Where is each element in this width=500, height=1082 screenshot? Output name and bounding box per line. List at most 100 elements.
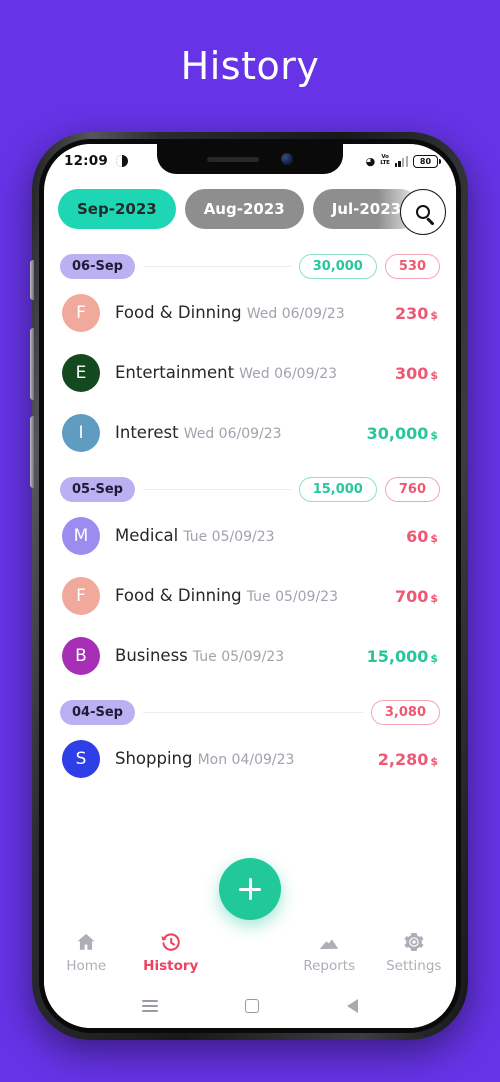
search-icon <box>416 205 430 219</box>
battery-level-label: 80 <box>419 156 432 166</box>
group-income-total: 15,000 <box>298 477 377 502</box>
status-time: 12:09 <box>64 153 108 169</box>
status-bar-right: ◕ Vo LTE 80 <box>366 154 441 168</box>
transaction-date: Tue 05/09/23 <box>183 528 275 545</box>
nav-label-home: Home <box>66 957 107 974</box>
avatar: F <box>62 577 100 615</box>
phone-frame: 12:09 ◕ Vo LTE 80 Sep-2023 Aug-2023 Jul-2… <box>30 132 468 1040</box>
group-expense-total: 3,080 <box>370 700 440 725</box>
transaction-title: Shopping <box>115 748 193 768</box>
currency-symbol: $ <box>430 651 438 665</box>
transaction-amount: 30,000 $ <box>367 424 438 443</box>
currency-symbol: $ <box>430 754 438 768</box>
transaction-title: Interest <box>115 422 179 442</box>
phone-notch <box>157 144 343 174</box>
amount-value: 2,280 <box>377 749 429 769</box>
transaction-amount: 60 $ <box>406 527 438 546</box>
amount-value: 30,000 <box>366 423 429 443</box>
transaction-meta: Food & Dinning Wed 06/09/23 <box>115 303 380 324</box>
do-not-disturb-icon <box>115 155 128 167</box>
transaction-date: Wed 06/09/23 <box>239 365 338 382</box>
plus-icon <box>239 878 261 900</box>
currency-symbol: $ <box>430 531 438 545</box>
nav-item-history[interactable]: History <box>129 931 214 974</box>
divider <box>142 266 291 267</box>
avatar: I <box>62 414 100 452</box>
battery-icon: 80 <box>413 154 441 168</box>
volte-icon: Vo LTE <box>380 154 390 166</box>
amount-value: 15,000 <box>366 646 429 666</box>
divider <box>142 712 363 713</box>
phone-screen: 12:09 ◕ Vo LTE 80 Sep-2023 Aug-2023 Jul-2… <box>44 144 456 1028</box>
transaction-amount: 700 $ <box>395 587 438 606</box>
square-home-icon[interactable] <box>245 999 260 1013</box>
avatar: S <box>62 740 100 778</box>
nav-item-settings[interactable]: Settings <box>372 931 457 974</box>
month-chip-sep-2023[interactable]: Sep-2023 <box>58 189 176 229</box>
avatar: F <box>62 294 100 332</box>
transaction-meta: Interest Wed 06/09/23 <box>115 423 352 444</box>
transaction-title: Food & Dinning <box>115 302 242 322</box>
phone-side-button-volume-down[interactable] <box>30 416 34 488</box>
phone-side-button-mute[interactable] <box>30 260 34 300</box>
gear-icon <box>404 932 424 951</box>
amount-value: 700 <box>394 586 429 606</box>
chart-mountain-icon <box>320 938 339 949</box>
nav-item-home[interactable]: Home <box>44 931 129 974</box>
group-date-badge: 05-Sep <box>60 477 135 502</box>
avatar: B <box>62 637 100 675</box>
transaction-date: Wed 06/09/23 <box>246 305 345 322</box>
android-navigation-bar <box>44 984 456 1028</box>
menu-icon[interactable] <box>141 1000 158 1012</box>
month-chip-aug-2023[interactable]: Aug-2023 <box>184 189 304 229</box>
table-row[interactable]: S Shopping Mon 04/09/23 2,280 $ <box>60 729 440 789</box>
group-expense-total: 530 <box>384 254 440 279</box>
phone-side-button-volume-up[interactable] <box>30 328 34 400</box>
transaction-title: Business <box>115 645 188 665</box>
transaction-amount: 2,280 $ <box>378 750 438 769</box>
nav-label-settings: Settings <box>386 957 442 974</box>
transaction-meta: Business Tue 05/09/23 <box>115 646 352 667</box>
currency-symbol: $ <box>430 308 438 322</box>
transaction-meta: Medical Tue 05/09/23 <box>115 526 391 547</box>
group-expense-total: 760 <box>384 477 440 502</box>
avatar: E <box>62 354 100 392</box>
transaction-date: Mon 04/09/23 <box>197 751 295 768</box>
currency-symbol: $ <box>430 591 438 605</box>
currency-symbol: $ <box>430 368 438 382</box>
front-camera-icon <box>281 153 293 165</box>
transaction-meta: Entertainment Wed 06/09/23 <box>115 363 380 384</box>
table-row[interactable]: F Food & Dinning Tue 05/09/23 700 $ <box>60 566 440 626</box>
back-triangle-icon[interactable] <box>347 999 359 1013</box>
table-row[interactable]: M Medical Tue 05/09/23 60 $ <box>60 506 440 566</box>
add-transaction-button[interactable] <box>219 858 281 920</box>
table-row[interactable]: B Business Tue 05/09/23 15,000 $ <box>60 626 440 686</box>
transaction-amount: 230 $ <box>395 304 438 323</box>
nav-label-reports: Reports <box>303 957 356 974</box>
table-row[interactable]: F Food & Dinning Wed 06/09/23 230 $ <box>60 283 440 343</box>
nav-item-reports[interactable]: Reports <box>287 931 372 974</box>
transaction-title: Medical <box>115 525 179 545</box>
group-date-badge: 04-Sep <box>60 700 135 725</box>
group-date-badge: 06-Sep <box>60 254 135 279</box>
table-row[interactable]: I Interest Wed 06/09/23 30,000 $ <box>60 403 440 463</box>
transaction-amount: 300 $ <box>395 364 438 383</box>
search-button[interactable] <box>400 189 446 235</box>
currency-symbol: $ <box>430 428 438 442</box>
transaction-title: Entertainment <box>115 362 235 382</box>
amount-value: 300 <box>394 363 429 383</box>
earpiece-speaker-icon <box>207 156 259 162</box>
status-bar-left: 12:09 <box>64 153 128 169</box>
transaction-list[interactable]: 06-Sep 30,000 530 F Food & Dinning Wed 0… <box>44 240 456 964</box>
transaction-meta: Shopping Mon 04/09/23 <box>115 749 363 770</box>
page-title: History <box>180 44 320 88</box>
transaction-title: Food & Dinning <box>115 585 242 605</box>
transaction-amount: 15,000 $ <box>367 647 438 666</box>
phone-bezel: 12:09 ◕ Vo LTE 80 Sep-2023 Aug-2023 Jul-2… <box>39 139 461 1033</box>
transaction-meta: Food & Dinning Tue 05/09/23 <box>115 586 380 607</box>
table-row[interactable]: E Entertainment Wed 06/09/23 300 $ <box>60 343 440 403</box>
month-filter-bar: Sep-2023 Aug-2023 Jul-2023 Jun-2023 <box>44 178 456 240</box>
group-income-total: 30,000 <box>298 254 377 279</box>
divider <box>142 489 291 490</box>
group-header: 04-Sep 3,080 <box>60 700 440 725</box>
